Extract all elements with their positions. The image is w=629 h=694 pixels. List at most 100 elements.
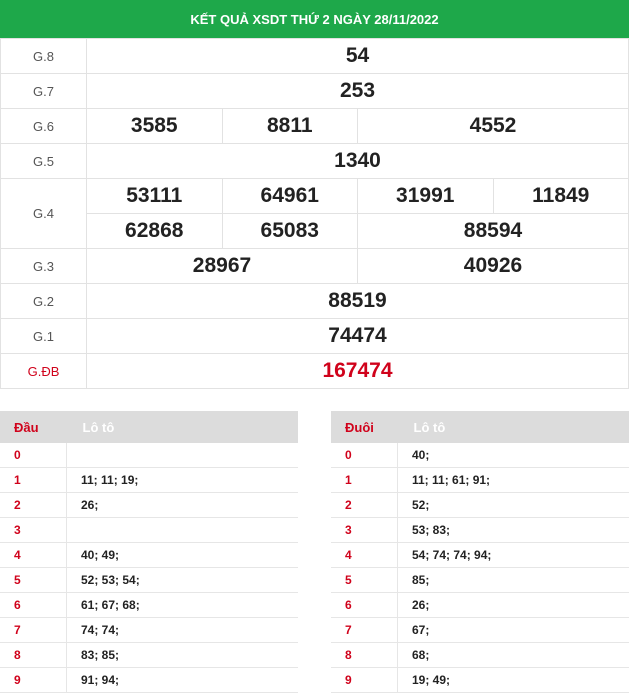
- prize-number: 53111: [86, 178, 223, 214]
- loto-tail-col1: Đuôi: [331, 411, 398, 443]
- loto-row: 5 52; 53; 54;: [0, 567, 298, 593]
- loto-row: 4 40; 49;: [0, 542, 298, 568]
- loto-key: 6: [0, 592, 67, 618]
- loto-values: 91; 94;: [66, 667, 298, 693]
- loto-key: 2: [331, 492, 398, 518]
- loto-key: 7: [331, 617, 398, 643]
- prize-row-g5: G.5 1340: [0, 143, 629, 179]
- loto-row: 7 67;: [331, 617, 629, 643]
- loto-key: 4: [0, 542, 67, 568]
- loto-values: 52;: [397, 492, 629, 518]
- prize-number: 88594: [357, 213, 629, 249]
- loto-key: 4: [331, 542, 398, 568]
- prize-number: 253: [86, 73, 629, 109]
- loto-row: 6 61; 67; 68;: [0, 592, 298, 618]
- prize-number: 28967: [86, 248, 358, 284]
- results-header: KẾT QUẢ XSDT THỨ 2 NGÀY 28/11/2022: [0, 0, 629, 38]
- loto-row: 7 74; 74;: [0, 617, 298, 643]
- prize-row-g1: G.1 74474: [0, 318, 629, 354]
- prize-label: G.7: [0, 73, 87, 109]
- loto-values: 83; 85;: [66, 642, 298, 668]
- prize-row-g3: G.3 28967 40926: [0, 248, 629, 284]
- loto-values: [66, 517, 298, 543]
- prize-label: G.3: [0, 248, 87, 284]
- prize-number: 88519: [86, 283, 629, 319]
- prize-row-g6: G.6 3585 8811 4552: [0, 108, 629, 144]
- loto-key: 5: [0, 567, 67, 593]
- loto-tail-col2: Lô tô: [397, 411, 629, 443]
- loto-values: 67;: [397, 617, 629, 643]
- prize-number: 1340: [86, 143, 629, 179]
- loto-row: 8 68;: [331, 642, 629, 668]
- loto-row: 1 11; 11; 19;: [0, 467, 298, 493]
- loto-row: 3 53; 83;: [331, 517, 629, 543]
- prize-number: 54: [86, 38, 629, 74]
- loto-row: 8 83; 85;: [0, 642, 298, 668]
- loto-key: 7: [0, 617, 67, 643]
- loto-values: 61; 67; 68;: [66, 592, 298, 618]
- prize-label: G.1: [0, 318, 87, 354]
- loto-key: 6: [331, 592, 398, 618]
- prize-row-g7: G.7 253: [0, 73, 629, 109]
- loto-values: 74; 74;: [66, 617, 298, 643]
- loto-values: 40;: [397, 443, 629, 468]
- loto-head-col2: Lô tô: [66, 411, 298, 443]
- prize-number: 64961: [221, 178, 358, 214]
- prize-label: G.4: [0, 178, 87, 249]
- loto-values: 11; 11; 19;: [66, 467, 298, 493]
- loto-head-table: Đầu Lô tô 0 1 11; 11; 19; 2 26; 3 4 40; 49; 5 52;…: [0, 411, 298, 693]
- special-prize-number: 167474: [86, 353, 629, 389]
- loto-key: 5: [331, 567, 398, 593]
- loto-values: 53; 83;: [397, 517, 629, 543]
- loto-row: 3: [0, 517, 298, 543]
- loto-key: 9: [331, 667, 398, 693]
- loto-values: 52; 53; 54;: [66, 567, 298, 593]
- loto-values: 40; 49;: [66, 542, 298, 568]
- prize-label: G.8: [0, 38, 87, 74]
- loto-key: 0: [0, 443, 67, 468]
- loto-values: 85;: [397, 567, 629, 593]
- loto-values: 26;: [397, 592, 629, 618]
- loto-tail-table: Đuôi Lô tô 0 40; 1 11; 11; 61; 91; 2 52; 3 53; …: [331, 411, 629, 693]
- loto-key: 2: [0, 492, 67, 518]
- loto-row: 2 52;: [331, 492, 629, 518]
- prize-row-g2: G.2 88519: [0, 283, 629, 319]
- prize-row-g4b: 62868 65083 88594: [1, 213, 629, 249]
- prize-number: 11849: [492, 178, 629, 214]
- prize-number: 62868: [86, 213, 223, 249]
- prize-number: 65083: [221, 213, 358, 249]
- prize-label: G.ĐB: [0, 353, 87, 389]
- loto-key: 8: [0, 642, 67, 668]
- loto-key: 3: [0, 517, 67, 543]
- prize-number: 31991: [357, 178, 494, 214]
- loto-key: 1: [331, 467, 398, 493]
- prize-number: 3585: [86, 108, 223, 144]
- prize-number: 74474: [86, 318, 629, 354]
- loto-head-col1: Đầu: [0, 411, 67, 443]
- loto-values: 19; 49;: [397, 667, 629, 693]
- loto-row: 6 26;: [331, 592, 629, 618]
- loto-key: 0: [331, 443, 398, 468]
- loto-row: 2 26;: [0, 492, 298, 518]
- prize-row-g8: G.8 54: [0, 38, 629, 74]
- loto-row: 9 91; 94;: [0, 667, 298, 693]
- loto-row: 5 85;: [331, 567, 629, 593]
- loto-key: 3: [331, 517, 398, 543]
- loto-key: 9: [0, 667, 67, 693]
- loto-key: 8: [331, 642, 398, 668]
- prize-number: 40926: [357, 248, 629, 284]
- results-title: KẾT QUẢ XSDT THỨ 2 NGÀY 28/11/2022: [190, 11, 439, 27]
- loto-row: 9 19; 49;: [331, 667, 629, 693]
- loto-values: 54; 74; 74; 94;: [397, 542, 629, 568]
- prize-row-special: G.ĐB 167474: [0, 353, 629, 389]
- loto-row: 1 11; 11; 61; 91;: [331, 467, 629, 493]
- loto-key: 1: [0, 467, 67, 493]
- loto-values: [66, 443, 298, 468]
- prize-label: G.2: [0, 283, 87, 319]
- prize-label: G.5: [0, 143, 87, 179]
- loto-values: 11; 11; 61; 91;: [397, 467, 629, 493]
- prize-number: 4552: [357, 108, 629, 144]
- loto-row: 0 40;: [331, 443, 629, 468]
- loto-values: 26;: [66, 492, 298, 518]
- loto-row: 0: [0, 443, 298, 468]
